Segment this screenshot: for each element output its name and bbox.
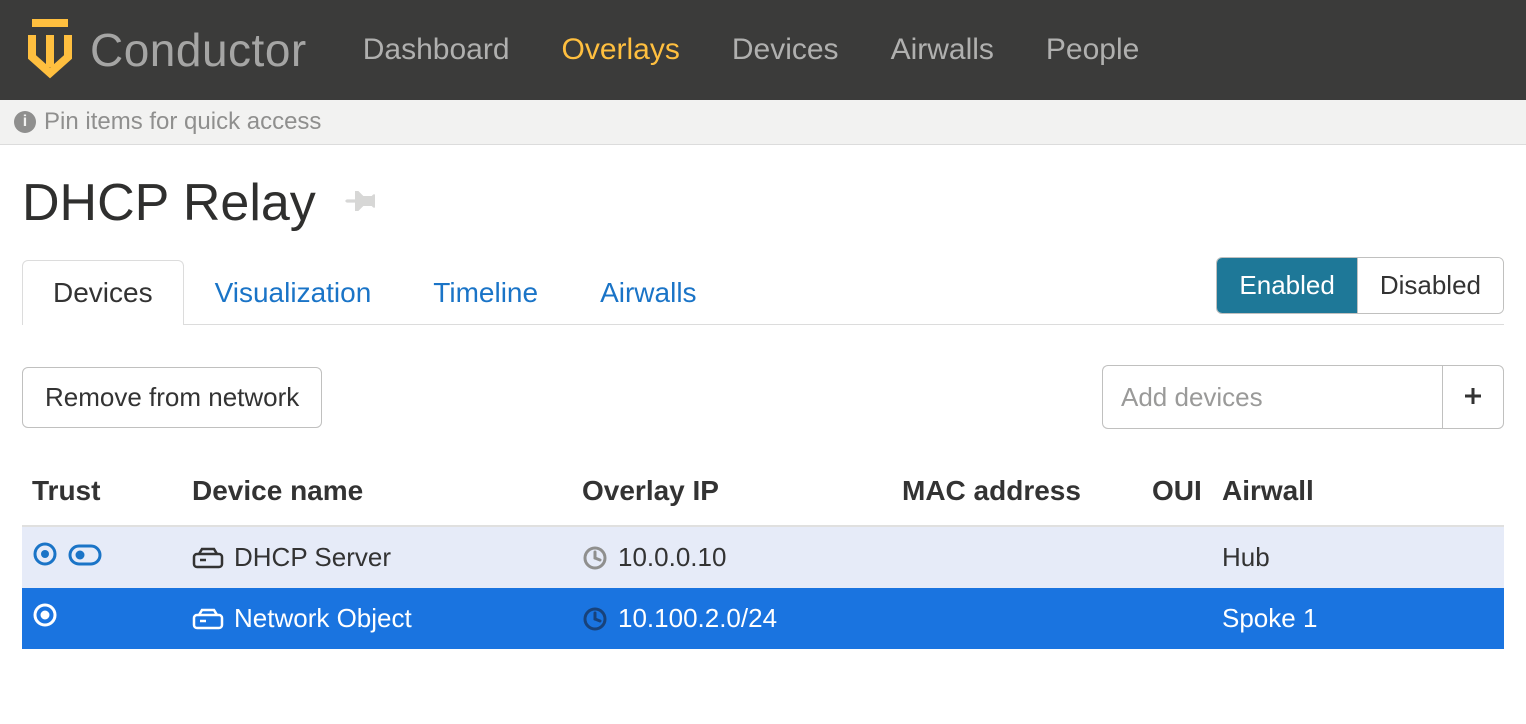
clock-icon [582,545,608,571]
tab-timeline[interactable]: Timeline [402,260,569,325]
clock-icon [582,606,608,632]
pin-bar-text: Pin items for quick access [44,108,321,136]
device-name: Network Object [234,603,412,634]
primary-nav: Dashboard Overlays Devices Airwalls Peop… [363,33,1140,67]
overlay-ip: 10.100.2.0/24 [618,603,777,634]
col-mac-address[interactable]: MAC address [892,461,1142,526]
toggle-disabled-button[interactable]: Disabled [1358,258,1503,313]
col-device-name[interactable]: Device name [182,461,572,526]
nav-airwalls[interactable]: Airwalls [891,33,994,67]
pin-bar: i Pin items for quick access [0,100,1526,145]
col-oui[interactable]: OUI [1142,461,1212,526]
overlay-ip: 10.0.0.10 [618,542,726,573]
info-icon: i [14,111,36,133]
top-nav: Conductor Dashboard Overlays Devices Air… [0,0,1526,100]
brand: Conductor [20,15,307,86]
nav-devices[interactable]: Devices [732,33,839,67]
trust-dot-icon [32,541,58,574]
device-icon [192,546,224,570]
col-overlay-ip[interactable]: Overlay IP [572,461,892,526]
plus-icon [1463,380,1483,413]
nav-dashboard[interactable]: Dashboard [363,33,510,67]
pin-icon[interactable] [340,181,380,226]
brand-name: Conductor [90,23,307,77]
remove-from-network-button[interactable]: Remove from network [22,367,322,428]
airwall: Spoke 1 [1222,603,1317,633]
table-row[interactable]: Network Object 10.100.2.0/24 Spoke 1 [22,588,1504,649]
title-row: DHCP Relay [22,173,1504,233]
nav-overlays[interactable]: Overlays [562,33,680,67]
device-icon [192,607,224,631]
page-title: DHCP Relay [22,173,316,233]
add-devices-plus-button[interactable] [1442,365,1504,429]
device-name: DHCP Server [234,542,391,573]
tools-row: Remove from network [22,365,1504,429]
col-trust[interactable]: Trust [22,461,182,526]
toggle-enabled-button[interactable]: Enabled [1217,258,1357,313]
tabs: Devices Visualization Timeline Airwalls [22,259,728,324]
tab-devices[interactable]: Devices [22,260,184,325]
tab-visualization[interactable]: Visualization [184,260,403,325]
enabled-toggle: Enabled Disabled [1216,257,1504,314]
nav-people[interactable]: People [1046,33,1139,67]
col-airwall[interactable]: Airwall [1212,461,1504,526]
table-row[interactable]: DHCP Server 10.0.0.10 Hub [22,526,1504,588]
table-header-row: Trust Device name Overlay IP MAC address… [22,461,1504,526]
tab-airwalls[interactable]: Airwalls [569,260,727,325]
add-devices-group [1102,365,1504,429]
brand-logo-icon [20,15,80,86]
airwall: Hub [1222,542,1270,572]
trust-dot-icon [32,602,58,635]
tabs-row: Devices Visualization Timeline Airwalls … [22,257,1504,325]
devices-table: Trust Device name Overlay IP MAC address… [22,461,1504,649]
add-devices-input[interactable] [1102,365,1442,429]
trust-pill-icon [68,542,102,573]
